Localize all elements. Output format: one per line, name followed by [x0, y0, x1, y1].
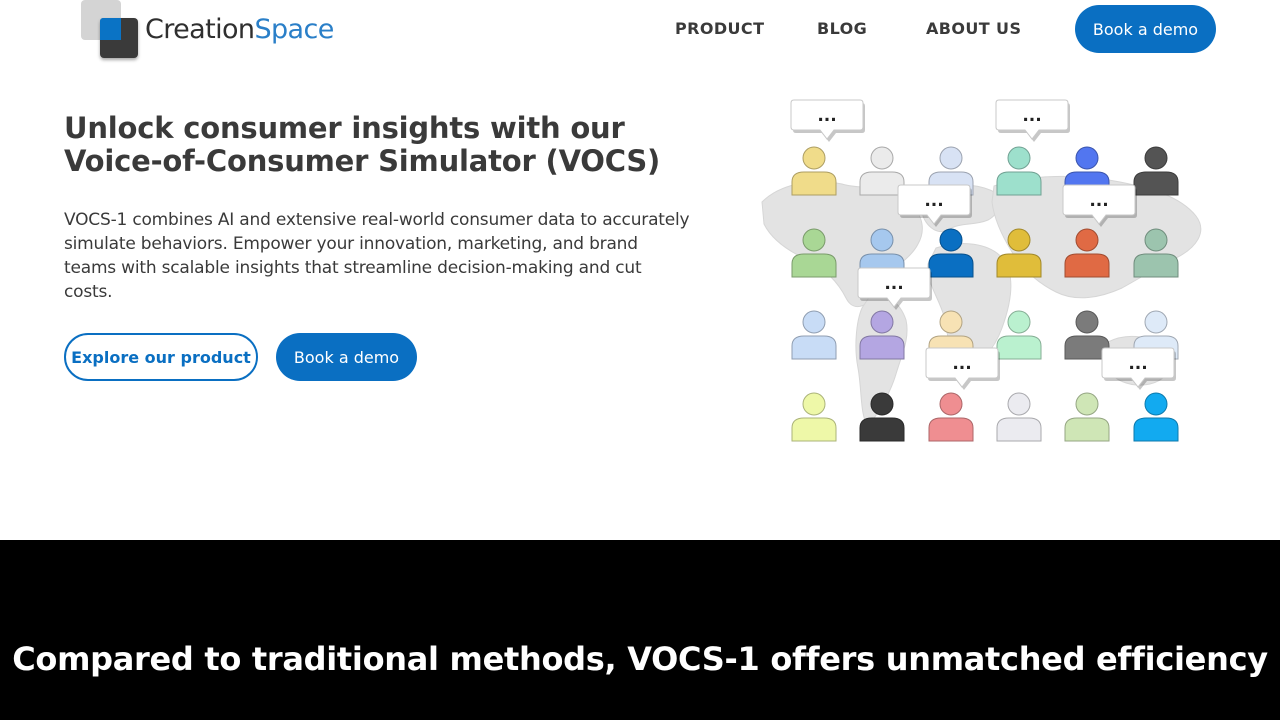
- bubble-text: ...: [884, 274, 903, 294]
- comparison-section: Compared to traditional methods, VOCS-1 …: [0, 540, 1280, 720]
- book-demo-button[interactable]: Book a demo: [276, 333, 417, 381]
- nav-item-blog[interactable]: BLOG: [817, 19, 867, 38]
- person-icon: [791, 310, 837, 360]
- book-demo-nav-button[interactable]: Book a demo: [1075, 5, 1216, 53]
- person-icon: [791, 392, 837, 442]
- consumer-network-illustration: .....................: [761, 99, 1202, 442]
- bubble-text: ...: [1128, 354, 1147, 374]
- speech-bubble-icon: ...: [790, 99, 865, 142]
- nav-item-product[interactable]: PRODUCT: [675, 19, 764, 38]
- site-header: CreationSpace PRODUCT BLOG ABOUT US Book…: [0, 0, 1280, 60]
- bubble-text: ...: [1089, 191, 1108, 211]
- logo-mark-icon: [80, 0, 140, 60]
- person-icon: [996, 392, 1042, 442]
- logo-wordmark: CreationSpace: [145, 13, 334, 45]
- comparison-title: Compared to traditional methods, VOCS-1 …: [12, 640, 1268, 678]
- person-icon: [928, 392, 974, 442]
- speech-bubble-icon: ...: [925, 347, 1000, 390]
- bubble-text: ...: [924, 191, 943, 211]
- person-icon: [1133, 146, 1179, 196]
- hero-description: VOCS-1 combines AI and extensive real-wo…: [64, 210, 690, 302]
- hero-title: Unlock consumer insights with our Voice-…: [64, 111, 661, 178]
- bubble-text: ...: [1022, 106, 1041, 126]
- person-icon: [996, 146, 1042, 196]
- person-icon: [859, 146, 905, 196]
- speech-bubble-icon: ...: [1101, 347, 1176, 390]
- nav-item-about-us[interactable]: ABOUT US: [926, 19, 1021, 38]
- person-icon: [1064, 392, 1110, 442]
- speech-bubble-icon: ...: [995, 99, 1070, 142]
- person-icon: [791, 146, 837, 196]
- bubble-text: ...: [817, 106, 836, 126]
- person-icon: [1133, 392, 1179, 442]
- explore-product-button[interactable]: Explore our product: [64, 333, 258, 381]
- creationspace-logo[interactable]: CreationSpace: [80, 0, 334, 60]
- bubble-text: ...: [952, 354, 971, 374]
